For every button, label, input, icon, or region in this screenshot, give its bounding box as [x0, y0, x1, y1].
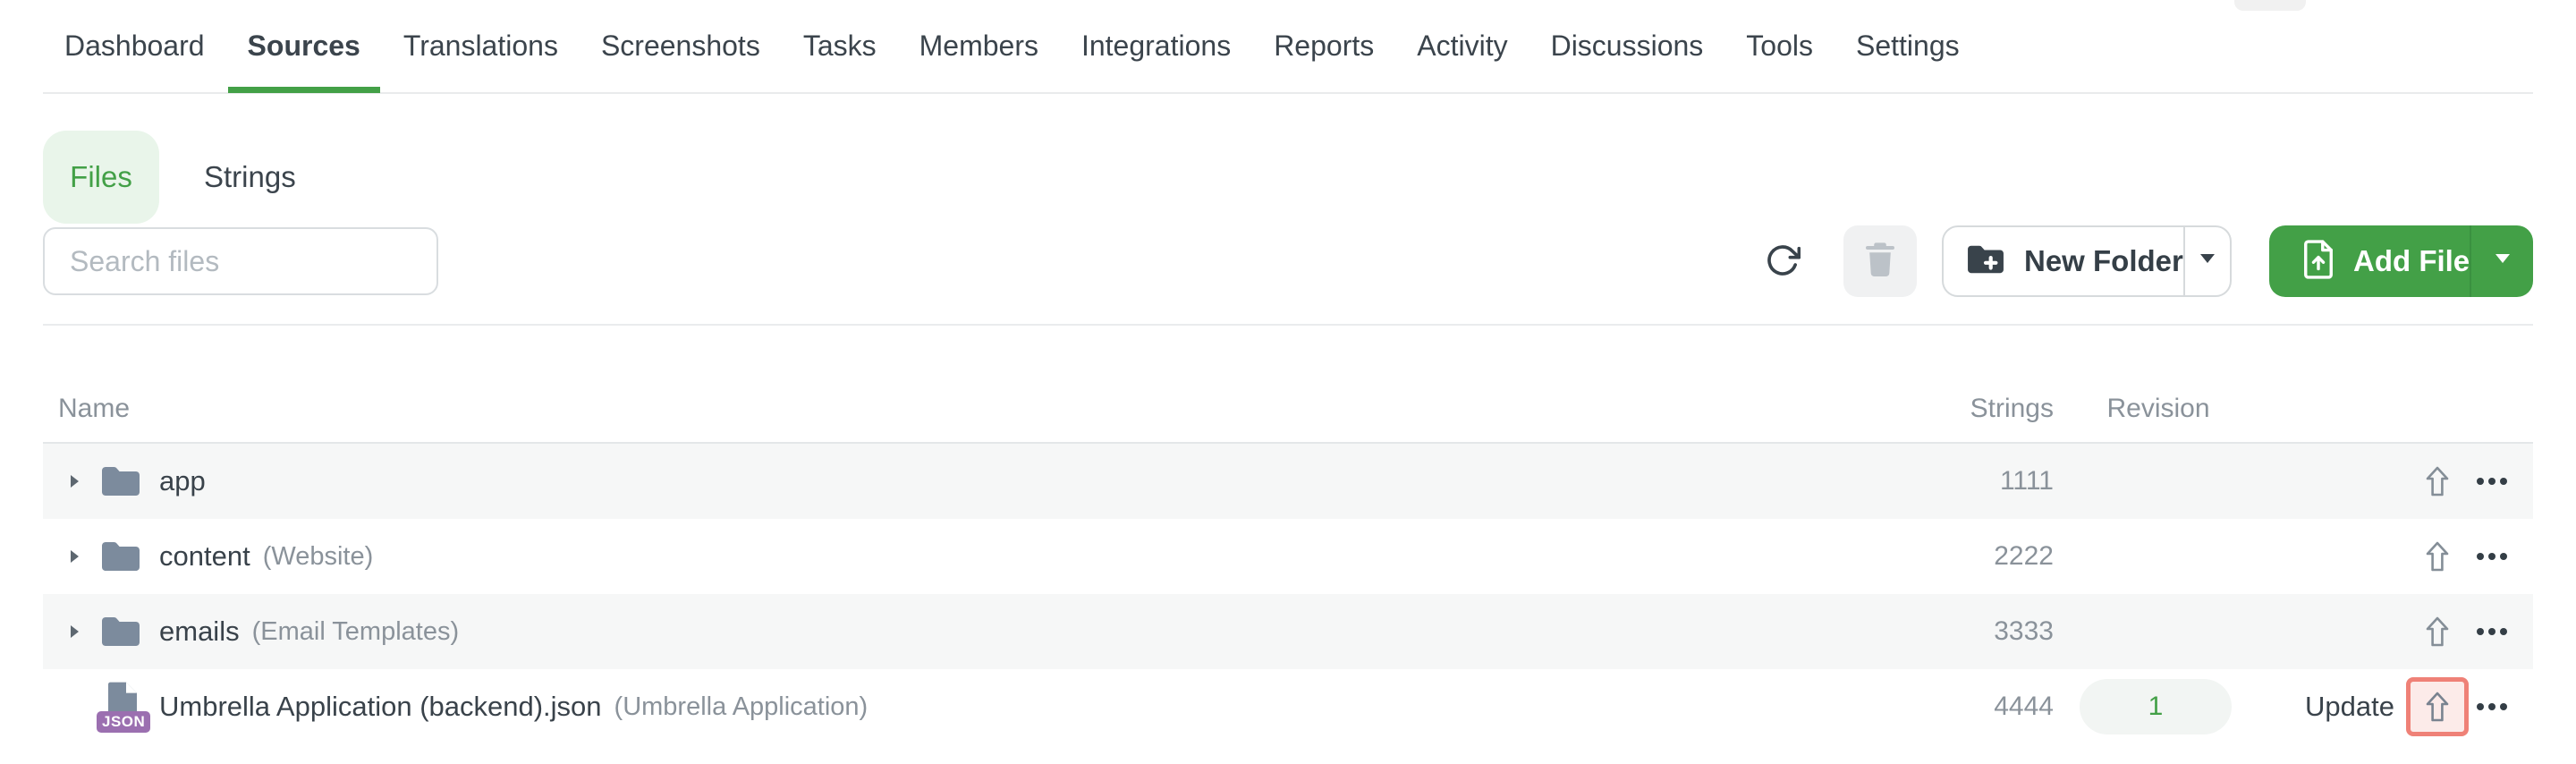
expand-caret-icon[interactable] [68, 548, 80, 565]
chevron-down-icon [2197, 252, 2218, 270]
chevron-down-icon [2492, 252, 2513, 270]
nav-tab-screenshots[interactable]: Screenshots [601, 0, 760, 93]
file-table: app 1111 content (Website) 2222 emails (… [43, 444, 2533, 744]
row-menu-button[interactable] [2474, 594, 2510, 669]
toggle-files[interactable]: Files [43, 131, 159, 224]
sources-page: Dashboard Sources Translations Screensho… [0, 0, 2576, 764]
revision-badge: 1 [2080, 679, 2232, 734]
json-file-icon: JSON [97, 681, 151, 733]
new-folder-split-button: New Folder [1942, 225, 2232, 297]
search-input[interactable] [43, 227, 438, 295]
folder-name[interactable]: content [159, 540, 250, 573]
add-file-button[interactable]: Add File [2269, 225, 2470, 297]
project-nav: Dashboard Sources Translations Screensho… [43, 0, 2533, 94]
nav-tab-tools[interactable]: Tools [1746, 0, 1813, 93]
file-upload-icon [2301, 239, 2335, 284]
strings-count: 3333 [1994, 616, 2054, 646]
folder-icon [98, 463, 143, 499]
nav-tab-members[interactable]: Members [919, 0, 1038, 93]
upload-translations-button-highlighted[interactable] [2406, 677, 2469, 736]
add-file-split-button: Add File [2269, 225, 2533, 297]
toggle-strings[interactable]: Strings [204, 160, 296, 194]
nav-tab-integrations[interactable]: Integrations [1081, 0, 1231, 93]
refresh-icon [1765, 242, 1801, 281]
new-folder-button[interactable]: New Folder [1944, 227, 2183, 295]
nav-tab-sources[interactable]: Sources [227, 0, 381, 93]
nav-tab-discussions[interactable]: Discussions [1551, 0, 1704, 93]
refresh-button[interactable] [1763, 242, 1802, 281]
row-menu-button[interactable] [2474, 519, 2510, 594]
toolbar-actions: New Folder Add File [1763, 225, 2533, 297]
upload-translations-button[interactable] [2406, 452, 2469, 511]
folder-icon [98, 614, 143, 649]
expand-caret-icon[interactable] [68, 473, 80, 489]
table-header: Name Strings Revision [43, 326, 2533, 444]
nav-tab-translations[interactable]: Translations [403, 0, 558, 93]
column-header-revision: Revision [2106, 394, 2210, 423]
file-note: (Umbrella Application) [614, 692, 869, 721]
folder-name[interactable]: emails [159, 615, 240, 648]
new-folder-label: New Folder [2024, 244, 2183, 277]
strings-count: 1111 [1999, 466, 2054, 496]
folder-icon [98, 539, 143, 574]
nav-tab-tasks[interactable]: Tasks [803, 0, 877, 93]
table-row-folder-emails[interactable]: emails (Email Templates) 3333 [43, 594, 2533, 669]
row-menu-button[interactable] [2474, 444, 2510, 519]
file-type-badge: JSON [97, 711, 151, 733]
new-folder-dropdown[interactable] [2182, 227, 2230, 295]
expand-caret-icon[interactable] [68, 624, 80, 640]
files-toolbar: New Folder [43, 225, 2533, 297]
table-row-file-umbrella-json[interactable]: JSON Umbrella Application (backend).json… [43, 669, 2533, 744]
table-row-folder-app[interactable]: app 1111 [43, 444, 2533, 519]
delete-button[interactable] [1843, 225, 1917, 297]
nav-tab-settings[interactable]: Settings [1856, 0, 1960, 93]
folder-note: (Website) [262, 541, 374, 571]
file-name[interactable]: Umbrella Application (backend).json [159, 691, 602, 723]
nav-tab-activity[interactable]: Activity [1417, 0, 1507, 93]
trash-icon [1863, 241, 1897, 283]
update-link[interactable]: Update [2305, 691, 2394, 723]
upload-translations-button[interactable] [2406, 527, 2469, 586]
view-toggle: Files Strings [43, 131, 296, 224]
strings-count: 4444 [1994, 692, 2054, 721]
add-file-label: Add File [2353, 244, 2470, 277]
add-file-dropdown[interactable] [2470, 225, 2533, 297]
folder-note: (Email Templates) [251, 616, 460, 646]
strings-count: 2222 [1994, 541, 2054, 571]
table-row-folder-content[interactable]: content (Website) 2222 [43, 519, 2533, 594]
folder-plus-icon [1965, 242, 2006, 281]
column-header-name: Name [58, 394, 131, 423]
nav-tab-reports[interactable]: Reports [1274, 0, 1374, 93]
upload-translations-button[interactable] [2406, 602, 2469, 661]
column-header-strings: Strings [1970, 394, 2054, 423]
nav-tab-dashboard[interactable]: Dashboard [64, 0, 205, 93]
folder-name[interactable]: app [159, 465, 206, 497]
row-menu-button[interactable] [2474, 669, 2510, 744]
